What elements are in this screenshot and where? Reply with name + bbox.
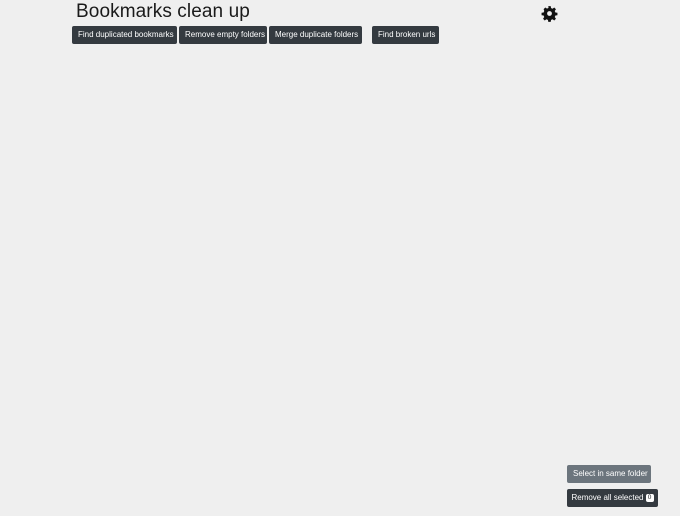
remove-all-selected-button[interactable]: Remove all selected 0 <box>567 489 658 507</box>
merge-duplicate-folders-button[interactable]: Merge duplicate folders <box>269 26 362 44</box>
select-in-same-folder-button[interactable]: Select in same folder <box>567 465 651 483</box>
find-duplicated-bookmarks-button[interactable]: Find duplicated bookmarks <box>72 26 177 44</box>
page-title: Bookmarks clean up <box>76 1 250 22</box>
selected-count-badge: 0 <box>645 494 654 502</box>
find-broken-urls-button[interactable]: Find broken urls <box>372 26 439 44</box>
remove-empty-folders-button[interactable]: Remove empty folders <box>179 26 267 44</box>
gear-icon[interactable] <box>541 5 558 22</box>
results-area <box>0 50 680 455</box>
remove-all-selected-label: Remove all selected <box>571 493 644 502</box>
gear-icon-glyph <box>541 6 558 22</box>
